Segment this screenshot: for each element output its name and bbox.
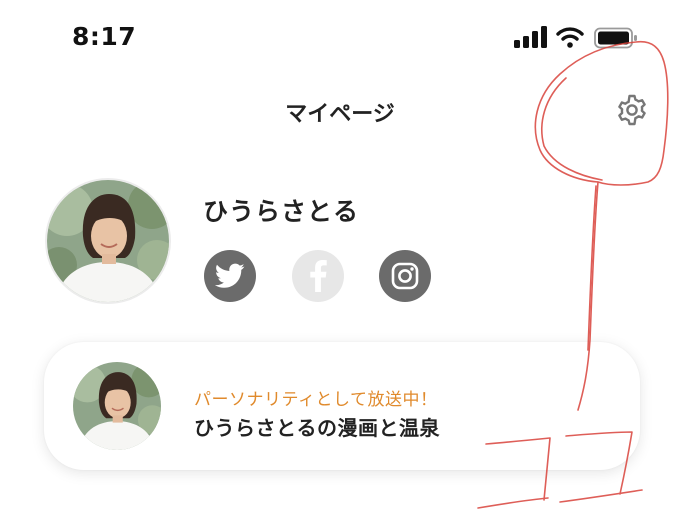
status-icons — [514, 26, 640, 50]
profile-avatar — [45, 178, 171, 304]
status-time: 8:17 — [72, 22, 137, 51]
page-title: マイページ — [285, 102, 395, 127]
gear-icon — [618, 94, 646, 126]
broadcast-status: パーソナリティとして放送中！ — [194, 390, 438, 410]
program-title: ひうらさとるの漫画と温泉 — [194, 416, 440, 440]
instagram-button[interactable] — [379, 250, 431, 302]
personality-card[interactable]: パーソナリティとして放送中！ ひうらさとるの漫画と温泉 — [44, 342, 640, 470]
instagram-icon — [391, 262, 419, 290]
settings-button[interactable] — [614, 92, 650, 128]
facebook-icon — [310, 260, 327, 292]
twitter-button[interactable] — [204, 250, 256, 302]
facebook-button[interactable] — [292, 250, 344, 302]
wifi-icon — [556, 26, 584, 48]
card-avatar — [73, 362, 161, 450]
twitter-icon — [215, 263, 245, 288]
signal-icon — [514, 26, 548, 48]
profile-name: ひうらさとる — [203, 197, 360, 226]
battery-icon — [594, 27, 638, 49]
